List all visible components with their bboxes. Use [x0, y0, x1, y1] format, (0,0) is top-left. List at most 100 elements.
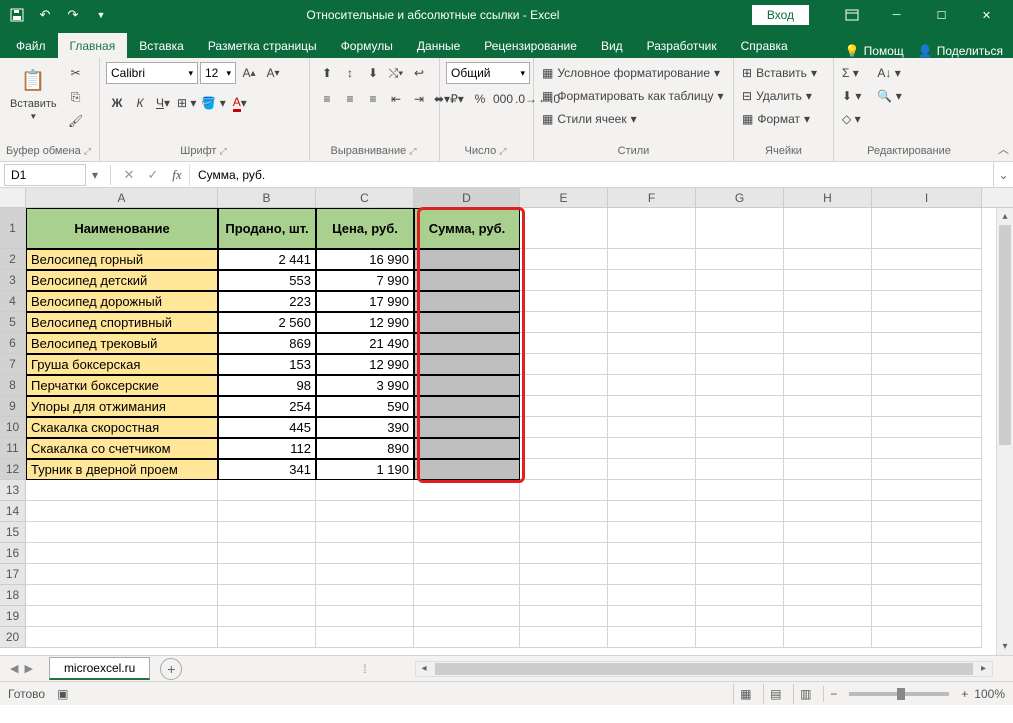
- cell[interactable]: [696, 270, 784, 291]
- cell[interactable]: [696, 606, 784, 627]
- cell[interactable]: [218, 543, 316, 564]
- col-header[interactable]: F: [608, 188, 696, 207]
- cell[interactable]: Турник в дверной проем: [26, 459, 218, 480]
- cell[interactable]: Велосипед горный: [26, 249, 218, 270]
- cell[interactable]: [784, 312, 872, 333]
- cell[interactable]: [26, 543, 218, 564]
- fill-button[interactable]: ⬇ ▾: [840, 85, 863, 106]
- cell[interactable]: Скакалка со счетчиком: [26, 438, 218, 459]
- row-header[interactable]: 5: [0, 312, 26, 333]
- zoom-out-icon[interactable]: −: [830, 687, 837, 701]
- tab-view[interactable]: Вид: [589, 33, 635, 58]
- cell[interactable]: [696, 291, 784, 312]
- bold-button[interactable]: Ж: [106, 92, 128, 114]
- cell[interactable]: [414, 312, 520, 333]
- cell[interactable]: 7 990: [316, 270, 414, 291]
- cell[interactable]: 12 990: [316, 312, 414, 333]
- cell[interactable]: [784, 291, 872, 312]
- cell[interactable]: [696, 501, 784, 522]
- find-select-button[interactable]: 🔍 ▾: [875, 85, 903, 106]
- cell[interactable]: 3 990: [316, 375, 414, 396]
- cell[interactable]: [872, 291, 982, 312]
- col-header[interactable]: G: [696, 188, 784, 207]
- qat-dropdown-icon[interactable]: ▼: [88, 2, 114, 28]
- cell[interactable]: [26, 501, 218, 522]
- cell[interactable]: [784, 354, 872, 375]
- enter-formula-icon[interactable]: ✓: [141, 167, 165, 183]
- align-left-icon[interactable]: ≡: [316, 88, 338, 110]
- dialog-launcher-icon[interactable]: ⤢: [220, 146, 229, 156]
- cell[interactable]: [784, 249, 872, 270]
- increase-font-icon[interactable]: A▴: [238, 62, 260, 84]
- cell[interactable]: [26, 606, 218, 627]
- row-header[interactable]: 15: [0, 522, 26, 543]
- col-header[interactable]: A: [26, 188, 218, 207]
- cell[interactable]: [520, 333, 608, 354]
- cell[interactable]: [872, 522, 982, 543]
- save-icon[interactable]: [4, 2, 30, 28]
- cell[interactable]: [608, 354, 696, 375]
- cell[interactable]: [784, 438, 872, 459]
- cell[interactable]: [784, 480, 872, 501]
- cell[interactable]: Наименование: [26, 208, 218, 249]
- cell[interactable]: [316, 564, 414, 585]
- sort-filter-button[interactable]: A↓ ▾: [875, 62, 903, 83]
- cell[interactable]: [316, 543, 414, 564]
- cell[interactable]: [784, 522, 872, 543]
- cell[interactable]: [696, 627, 784, 648]
- col-header[interactable]: I: [872, 188, 982, 207]
- row-header[interactable]: 13: [0, 480, 26, 501]
- cell[interactable]: [784, 606, 872, 627]
- collapse-ribbon-icon[interactable]: ︿: [998, 141, 1009, 157]
- undo-icon[interactable]: ↶: [32, 2, 58, 28]
- orientation-icon[interactable]: ⤭▾: [385, 62, 407, 84]
- cell[interactable]: [414, 417, 520, 438]
- clear-button[interactable]: ◇ ▾: [840, 108, 863, 129]
- cell[interactable]: Скакалка скоростная: [26, 417, 218, 438]
- scroll-thumb[interactable]: [435, 663, 973, 675]
- scroll-down-icon[interactable]: ▾: [997, 638, 1013, 655]
- cell[interactable]: [872, 249, 982, 270]
- format-cells-button[interactable]: ▦ Формат ▾: [740, 108, 819, 129]
- cell[interactable]: [608, 438, 696, 459]
- cell[interactable]: 17 990: [316, 291, 414, 312]
- cell[interactable]: [696, 438, 784, 459]
- row-header[interactable]: 18: [0, 585, 26, 606]
- tab-review[interactable]: Рецензирование: [472, 33, 589, 58]
- cell[interactable]: [696, 480, 784, 501]
- cell[interactable]: [872, 333, 982, 354]
- align-center-icon[interactable]: ≡: [339, 88, 361, 110]
- ribbon-options-icon[interactable]: [829, 1, 874, 29]
- cell[interactable]: [784, 627, 872, 648]
- cell[interactable]: [520, 249, 608, 270]
- underline-button[interactable]: Ч ▾: [152, 92, 174, 114]
- format-painter-icon[interactable]: 🖌: [65, 110, 87, 132]
- cell[interactable]: [872, 459, 982, 480]
- cell[interactable]: [316, 480, 414, 501]
- sheet-tab[interactable]: microexcel.ru: [49, 657, 150, 680]
- copy-icon[interactable]: ⎘: [65, 86, 87, 108]
- fill-color-button[interactable]: 🪣 ▾: [199, 92, 227, 114]
- cell[interactable]: [414, 333, 520, 354]
- cell[interactable]: [872, 396, 982, 417]
- cell[interactable]: [316, 606, 414, 627]
- cell[interactable]: [608, 417, 696, 438]
- cell[interactable]: [414, 249, 520, 270]
- cell[interactable]: [696, 564, 784, 585]
- cell[interactable]: [414, 543, 520, 564]
- cell[interactable]: [608, 333, 696, 354]
- cell[interactable]: [784, 333, 872, 354]
- cell[interactable]: 2 560: [218, 312, 316, 333]
- cell[interactable]: [784, 396, 872, 417]
- cell[interactable]: 869: [218, 333, 316, 354]
- align-top-icon[interactable]: ⬆: [316, 62, 338, 84]
- row-header[interactable]: 9: [0, 396, 26, 417]
- cell[interactable]: [872, 270, 982, 291]
- cell[interactable]: [520, 208, 608, 249]
- cell[interactable]: [608, 396, 696, 417]
- cell[interactable]: [608, 270, 696, 291]
- cell[interactable]: 890: [316, 438, 414, 459]
- cell[interactable]: [414, 459, 520, 480]
- cell[interactable]: Велосипед спортивный: [26, 312, 218, 333]
- cell[interactable]: [608, 459, 696, 480]
